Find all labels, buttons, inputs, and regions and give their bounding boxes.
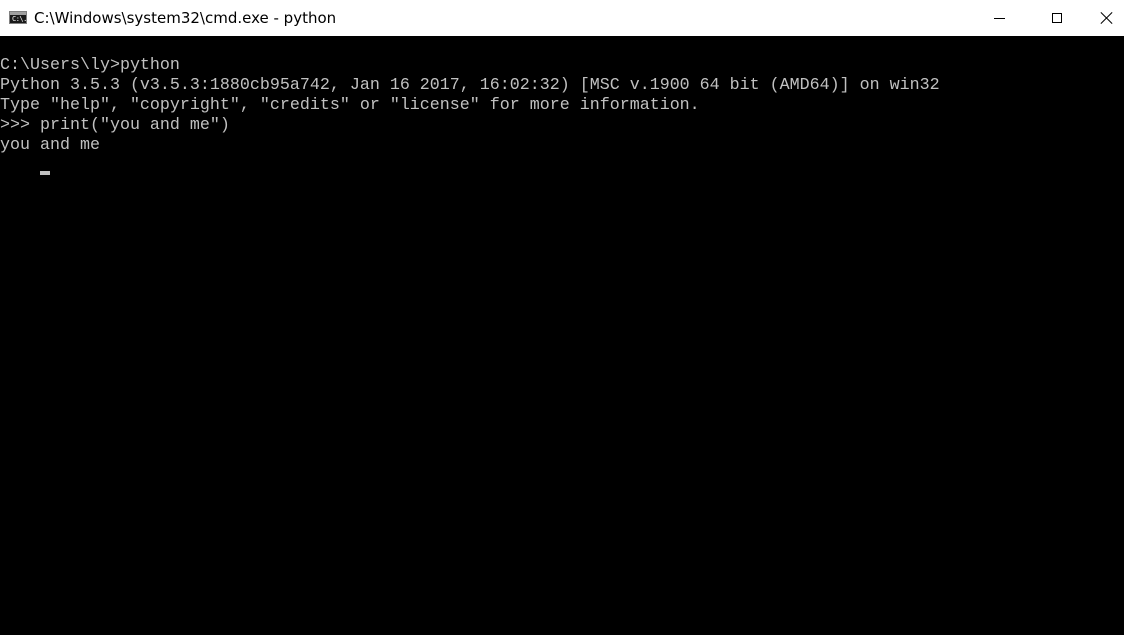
title-bar[interactable]: C:\. C:\Windows\system32\cmd.exe - pytho…	[0, 0, 1124, 36]
console-line: C:\Users\ly>python	[0, 56, 180, 75]
close-button[interactable]	[1090, 0, 1124, 36]
minimize-button[interactable]	[976, 0, 1022, 36]
console-line: >>> print("you and me")	[0, 116, 230, 135]
console-input-line[interactable]: >>>	[0, 156, 1124, 176]
maximize-icon	[1052, 13, 1062, 23]
cmd-app-icon-label: C:\.	[12, 15, 27, 23]
text-cursor	[40, 171, 50, 175]
minimize-icon	[993, 17, 1005, 19]
cmd-app-icon[interactable]: C:\.	[9, 11, 27, 24]
window-title: C:\Windows\system32\cmd.exe - python	[34, 9, 337, 27]
cmd-window: C:\. C:\Windows\system32\cmd.exe - pytho…	[0, 0, 1124, 635]
close-icon	[1100, 11, 1114, 25]
console-line: Python 3.5.3 (v3.5.3:1880cb95a742, Jan 1…	[0, 76, 940, 95]
console-line: you and me	[0, 136, 100, 155]
console-line: Type "help", "copyright", "credits" or "…	[0, 96, 700, 115]
maximize-button[interactable]	[1034, 0, 1080, 36]
console-output[interactable]: C:\Users\ly>python Python 3.5.3 (v3.5.3:…	[0, 56, 1124, 635]
